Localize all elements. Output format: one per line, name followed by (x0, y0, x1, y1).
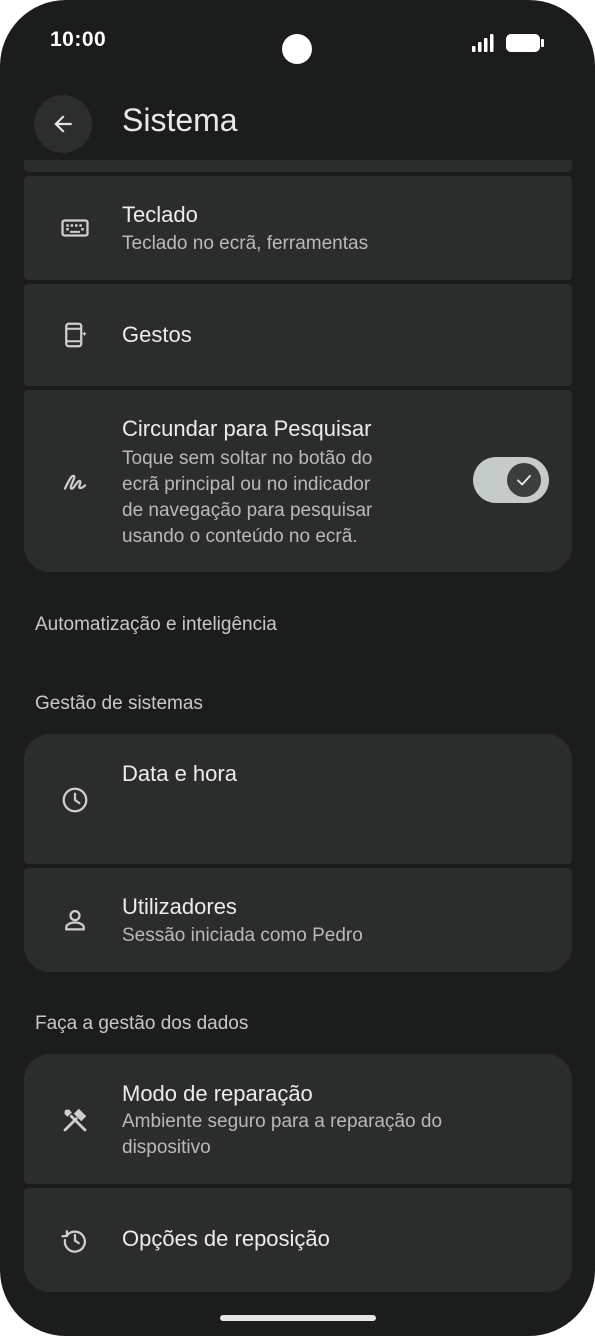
setting-subtitle: Toque sem soltar no botão do ecrã princi… (122, 446, 372, 550)
status-bar: 10:00 (0, 0, 595, 84)
arrow-left-icon (54, 115, 72, 133)
subtitle-line: de navegação para pesquisar (122, 500, 373, 521)
subtitle-line: Ambiente seguro para a reparação do (122, 1111, 443, 1132)
section-header-data-management: Faça a gestão dos dados (35, 1013, 249, 1034)
back-button[interactable] (34, 95, 92, 153)
setting-title: Circundar para Pesquisar (122, 416, 372, 441)
subtitle-line: usando o conteúdo no ecrã. (122, 526, 358, 547)
setting-title: Gestos (122, 322, 192, 347)
toggle-thumb (507, 463, 541, 497)
phone-gesture-icon (60, 320, 90, 350)
tools-icon (60, 1105, 90, 1135)
setting-subtitle: Teclado no ecrã, ferramentas (122, 233, 369, 254)
section-header-automation[interactable]: Automatização e inteligência (35, 614, 277, 636)
gesture-nav-handle[interactable] (220, 1315, 376, 1321)
setting-keyboard[interactable]: Teclado Teclado no ecrã, ferramentas (24, 176, 572, 280)
setting-subtitle: Ambiente seguro para a reparação do disp… (122, 1109, 442, 1161)
circle-to-search-toggle[interactable] (473, 457, 549, 503)
status-time: 10:00 (50, 28, 107, 51)
app-bar: Sistema (0, 84, 595, 164)
camera-cutout (282, 34, 312, 64)
system-icons (470, 32, 550, 54)
clock-icon (60, 785, 90, 815)
previous-item-edge (24, 160, 572, 172)
setting-gestures[interactable]: Gestos (24, 284, 572, 386)
phone-screen: 10:00 Sistema Teclado Teclado no ecrã, f… (0, 0, 595, 1336)
setting-date-time[interactable]: Data e hora (24, 734, 572, 864)
subtitle-line: dispositivo (122, 1137, 211, 1158)
setting-circle-to-search[interactable]: Circundar para Pesquisar Toque sem solta… (24, 390, 572, 572)
check-icon (517, 474, 531, 486)
setting-reset-options[interactable]: Opções de reposição (24, 1188, 572, 1292)
scribble-icon (60, 466, 90, 496)
keyboard-icon (60, 213, 90, 243)
setting-subtitle: Sessão iniciada como Pedro (122, 925, 363, 946)
setting-title: Utilizadores (122, 894, 237, 919)
setting-title: Opções de reposição (122, 1226, 330, 1251)
setting-title: Teclado (122, 202, 198, 227)
person-icon (60, 905, 90, 935)
subtitle-line: ecrã principal ou no indicador (122, 474, 371, 495)
battery-icon (506, 34, 544, 52)
setting-repair-mode[interactable]: Modo de reparação Ambiente seguro para a… (24, 1054, 572, 1184)
section-header-system-management: Gestão de sistemas (35, 693, 203, 714)
page-title: Sistema (122, 102, 238, 138)
signal-icon (472, 34, 494, 52)
subtitle-line: Toque sem soltar no botão do (122, 448, 373, 469)
setting-title: Data e hora (122, 761, 237, 786)
setting-title: Modo de reparação (122, 1081, 313, 1106)
setting-users[interactable]: Utilizadores Sessão iniciada como Pedro (24, 868, 572, 972)
history-icon (60, 1225, 90, 1255)
